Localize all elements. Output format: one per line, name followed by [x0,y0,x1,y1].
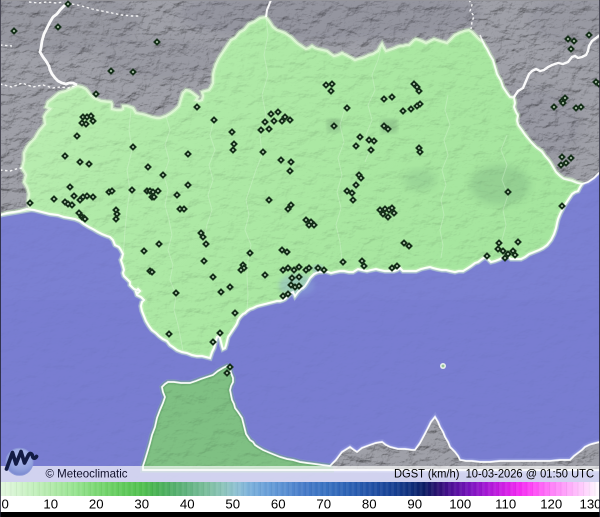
svg-text:130: 130 [579,497,600,512]
svg-text:© Meteoclimatic: © Meteoclimatic [46,467,128,481]
svg-text:110: 110 [495,497,516,512]
svg-text:DGST (km/h) 10-03-2026 @ 01:5: DGST (km/h) 10-03-2026 @ 01:50 UTC [394,467,594,481]
svg-text:20: 20 [89,497,104,512]
svg-text:10: 10 [43,497,58,512]
svg-text:30: 30 [134,497,149,512]
svg-text:120: 120 [540,497,562,512]
svg-text:90: 90 [407,497,422,512]
svg-text:40: 40 [180,497,195,512]
svg-text:100: 100 [449,497,471,512]
svg-text:70: 70 [316,497,331,512]
svg-text:50: 50 [225,497,240,512]
svg-text:0: 0 [2,497,9,512]
svg-text:80: 80 [362,497,377,512]
svg-text:60: 60 [271,497,286,512]
